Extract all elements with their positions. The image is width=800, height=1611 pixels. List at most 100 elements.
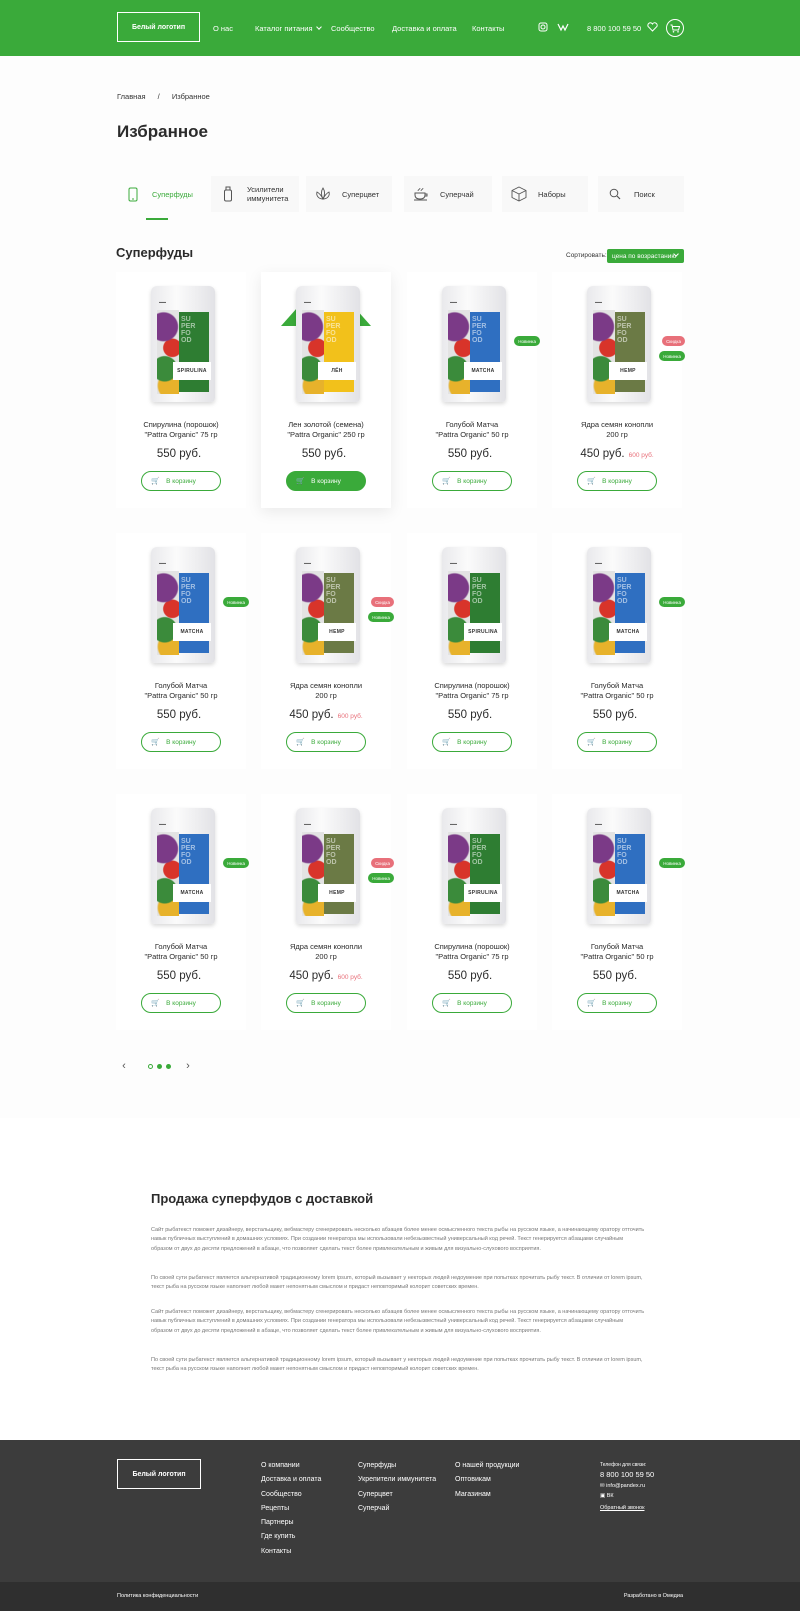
cart-icon[interactable]	[666, 19, 684, 37]
add-to-cart-button[interactable]: 🛒 В корзину	[286, 993, 366, 1013]
add-to-cart-button[interactable]: 🛒 В корзину	[432, 732, 512, 752]
footer-link[interactable]: О компании	[261, 1462, 321, 1469]
footer-link[interactable]: Доставка и оплата	[261, 1476, 321, 1483]
add-to-cart-button[interactable]: 🛒 В корзину	[286, 732, 366, 752]
footer-social[interactable]: ▣ ВК	[600, 1493, 654, 1499]
nav-catalog[interactable]: Каталог питания	[255, 24, 322, 33]
footer-link[interactable]: Суперфуды	[358, 1462, 436, 1469]
nav-contacts[interactable]: Контакты	[472, 24, 504, 33]
add-to-cart-button[interactable]: 🛒 В корзину	[577, 471, 657, 491]
footer-link[interactable]: Укрепители иммунитета	[358, 1476, 436, 1483]
product-name[interactable]: Ядра семян конопли 200 гр	[261, 681, 391, 701]
product-card[interactable]: ▬▬ SU PER FO OD SPIRULINA Спирулина (порошок) "…	[116, 272, 246, 508]
product-image[interactable]: ▬▬ SU PER FO OD MATCHA	[587, 547, 651, 663]
product-name[interactable]: Голубой Матча "Pattra Organic" 50 гр	[552, 942, 682, 962]
page-title: Избранное	[117, 122, 208, 141]
pager-dot[interactable]	[148, 1064, 153, 1069]
product-image[interactable]: ▬▬ SU PER FO OD SPIRULINA	[151, 286, 215, 402]
footer-link[interactable]: Оптовикам	[455, 1476, 519, 1483]
heart-icon[interactable]	[647, 22, 658, 34]
footer-link[interactable]: Рецепты	[261, 1505, 321, 1512]
tab-immunity[interactable]: Усилители иммунитета	[211, 176, 299, 212]
product-image[interactable]: ▬▬ SU PER FO OD HEMP	[587, 286, 651, 402]
product-image[interactable]: ▬▬ SU PER FO OD MATCHA	[587, 808, 651, 924]
header-phone[interactable]: 8 800 100 59 50	[587, 24, 641, 33]
add-to-cart-button[interactable]: 🛒 В корзину	[432, 993, 512, 1013]
nav-delivery[interactable]: Доставка и оплата	[392, 24, 457, 33]
footer-link[interactable]: Суперчай	[358, 1505, 436, 1512]
tab-supercolor[interactable]: Суперцвет	[306, 176, 392, 212]
footer-email[interactable]: ✉ info@pandex.ru	[600, 1483, 654, 1489]
nav-catalog-label: Каталог питания	[255, 24, 313, 33]
footer-logo[interactable]: Белый логотип	[117, 1459, 201, 1489]
product-name[interactable]: Лен золотой (семена) "Pattra Organic" 250…	[261, 420, 391, 440]
product-card[interactable]: ▬▬ SU PER FO OD HEMP Ядра семян конопли 200 гр 4…	[261, 533, 394, 769]
callback-link[interactable]: Обратный звонок	[600, 1505, 654, 1511]
pack-brand-art: ▬▬	[450, 822, 457, 826]
product-card[interactable]: ▬▬ SU PER FO OD MATCHA Голубой Матча "Pattra Or…	[116, 533, 249, 769]
product-name-line2: "Pattra Organic" 75 гр	[435, 691, 509, 700]
footer-link[interactable]: О нашей продукции	[455, 1462, 519, 1469]
product-name[interactable]: Спирулина (порошок) "Pattra Organic" 75 г…	[116, 420, 246, 440]
pager-dot[interactable]	[157, 1064, 162, 1069]
developer-credit[interactable]: Разработано в Омедиа	[624, 1593, 683, 1599]
footer-link[interactable]: Где купить	[261, 1533, 321, 1540]
chevron-left-icon[interactable]: ‹	[117, 1058, 131, 1074]
add-to-cart-button[interactable]: 🛒 В корзину	[432, 471, 512, 491]
add-to-cart-button[interactable]: 🛒 В корзину	[577, 732, 657, 752]
footer-link[interactable]: Сообщество	[261, 1491, 321, 1498]
add-to-cart-button[interactable]: 🛒 В корзину	[141, 471, 221, 491]
product-name[interactable]: Ядра семян конопли 200 гр	[552, 420, 682, 440]
product-image[interactable]: ▬▬ SU PER FO OD HEMP	[296, 547, 360, 663]
privacy-link[interactable]: Политика конфиденциальности	[117, 1593, 198, 1599]
footer-col-products: О нашей продукции Оптовикам Магазинам	[455, 1462, 519, 1505]
footer-link[interactable]: Партнеры	[261, 1519, 321, 1526]
footer-phone[interactable]: 8 800 100 59 50	[600, 1470, 654, 1479]
product-image[interactable]: ▬▬ SU PER FO OD SPIRULINA	[442, 547, 506, 663]
product-image[interactable]: ▬▬ SU PER FO OD MATCHA	[151, 808, 215, 924]
product-name[interactable]: Голубой Матча "Pattra Organic" 50 гр	[407, 420, 537, 440]
product-image[interactable]: ▬▬ SU PER FO OD MATCHA	[442, 286, 506, 402]
product-name[interactable]: Голубой Матча "Pattra Organic" 50 гр	[116, 681, 246, 701]
product-image[interactable]: ▬▬ SU PER FO OD ЛЁН	[296, 286, 360, 402]
tab-sets[interactable]: Наборы	[502, 176, 588, 212]
product-name[interactable]: Спирулина (порошок) "Pattra Organic" 75 г…	[407, 942, 537, 962]
product-image[interactable]: ▬▬ SU PER FO OD HEMP	[296, 808, 360, 924]
product-card[interactable]: ▬▬ SU PER FO OD SPIRULINA Спирулина (порошок) "…	[407, 533, 537, 769]
nav-about[interactable]: О нас	[213, 24, 233, 33]
product-name[interactable]: Ядра семян конопли 200 гр	[261, 942, 391, 962]
add-to-cart-button[interactable]: 🛒 В корзину	[141, 732, 221, 752]
tab-supertea[interactable]: Суперчай	[404, 176, 492, 212]
footer-link[interactable]: Суперцвет	[358, 1491, 436, 1498]
add-to-cart-button[interactable]: 🛒 В корзину	[286, 471, 366, 491]
product-image[interactable]: ▬▬ SU PER FO OD MATCHA	[151, 547, 215, 663]
tab-search[interactable]: Поиск	[598, 176, 684, 212]
product-image[interactable]: ▬▬ SU PER FO OD SPIRULINA	[442, 808, 506, 924]
pager-dot[interactable]	[166, 1064, 171, 1069]
product-card[interactable]: ▬▬ SU PER FO OD MATCHA Голубой Матча "Pattra Or…	[552, 794, 685, 1030]
product-card[interactable]: ▬▬ SU PER FO OD ЛЁН Лен золотой (семена) "Pattr…	[261, 272, 391, 508]
product-card[interactable]: ▬▬ SU PER FO OD MATCHA Голубой Матча "Pattra Or…	[552, 533, 685, 769]
tab-sets-label: Наборы	[538, 189, 566, 199]
breadcrumb-home[interactable]: Главная	[117, 92, 146, 101]
vk-icon[interactable]	[557, 22, 569, 34]
product-card[interactable]: ▬▬ SU PER FO OD HEMP Ядра семян конопли 200 гр 4…	[261, 794, 394, 1030]
pack-panel: SU PER FO OD	[615, 573, 645, 653]
product-card[interactable]: ▬▬ SU PER FO OD MATCHA Голубой Матча "Pattra Or…	[407, 272, 540, 508]
product-name[interactable]: Голубой Матча "Pattra Organic" 50 гр	[552, 681, 682, 701]
product-name[interactable]: Голубой Матча "Pattra Organic" 50 гр	[116, 942, 246, 962]
instagram-icon[interactable]	[538, 22, 548, 34]
footer-link[interactable]: Контакты	[261, 1548, 321, 1555]
add-to-cart-button[interactable]: 🛒 В корзину	[141, 993, 221, 1013]
product-card[interactable]: ▬▬ SU PER FO OD MATCHA Голубой Матча "Pattra Or…	[116, 794, 249, 1030]
tab-superfoods[interactable]: Суперфуды	[116, 176, 204, 220]
product-name[interactable]: Спирулина (порошок) "Pattra Organic" 75 г…	[407, 681, 537, 701]
header-logo[interactable]: Белый логотип	[117, 12, 200, 42]
footer-link[interactable]: Магазинам	[455, 1491, 519, 1498]
product-card[interactable]: ▬▬ SU PER FO OD HEMP Ядра семян конопли 200 гр 4…	[552, 272, 685, 508]
chevron-right-icon[interactable]: ›	[181, 1058, 195, 1074]
product-card[interactable]: ▬▬ SU PER FO OD SPIRULINA Спирулина (порошок) "…	[407, 794, 537, 1030]
nav-community[interactable]: Сообщество	[331, 24, 375, 33]
sort-select[interactable]: цена по возрастанию	[607, 249, 684, 263]
add-to-cart-button[interactable]: 🛒 В корзину	[577, 993, 657, 1013]
